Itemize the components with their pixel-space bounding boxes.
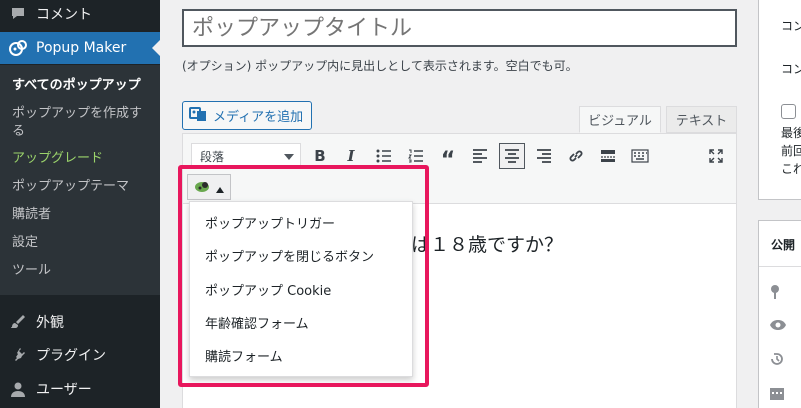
popup-maker-icon — [0, 39, 36, 57]
publish-title: 公開 — [771, 238, 796, 252]
highlight-annotation — [178, 165, 429, 387]
menu-comments[interactable]: コメント — [0, 0, 160, 30]
menu-popup-maker-label: Popup Maker — [36, 40, 127, 56]
add-media-label: メディアを追加 — [213, 110, 304, 125]
title-description: (オプション) ポップアップ内に見出しとして表示されます。空白でも可。 — [182, 59, 578, 73]
submenu-popup-themes[interactable]: ポップアップテーマ — [12, 178, 152, 196]
publish-row-revisions — [769, 351, 785, 370]
menu-appearance[interactable]: 外観 — [0, 306, 160, 338]
tab-text[interactable]: テキスト — [666, 106, 737, 133]
blockquote-icon[interactable]: “ — [435, 143, 461, 173]
toolbar-toggle-icon[interactable] — [627, 143, 653, 169]
publish-row-status — [769, 284, 781, 303]
menu-plugins-label: プラグイン — [36, 348, 106, 364]
eye-icon — [769, 319, 787, 334]
menu-users[interactable]: ユーザー — [0, 373, 160, 405]
editor-content-text: は１８歳ですか？ — [411, 234, 564, 256]
menu-users-label: ユーザー — [36, 382, 92, 398]
publish-separator — [759, 266, 801, 267]
settings-panel: コン コン 最後 前回 これ — [758, 0, 801, 200]
panel-line-1: コン — [781, 19, 801, 33]
align-left-icon[interactable] — [467, 143, 493, 169]
link-icon[interactable] — [563, 143, 589, 169]
user-icon — [0, 381, 36, 397]
paintbrush-icon — [0, 314, 36, 330]
add-media-button[interactable]: メディアを追加 — [182, 101, 313, 130]
pin-icon — [769, 284, 781, 303]
submenu-subscribers[interactable]: 購読者 — [12, 206, 152, 224]
publish-panel: 公開 — [758, 220, 801, 408]
submenu-create-popup[interactable]: ポップアップを作成する — [12, 105, 152, 141]
menu-popup-maker[interactable]: Popup Maker — [0, 32, 160, 64]
panel-check-text-2: 前回 — [781, 144, 801, 158]
history-icon — [769, 351, 785, 370]
menu-appearance-label: 外観 — [36, 315, 64, 331]
plugin-icon — [0, 347, 36, 363]
menu-comments-label: コメント — [36, 7, 92, 23]
menu-plugins[interactable]: プラグイン — [0, 339, 160, 371]
calendar-icon — [769, 385, 785, 404]
popup-maker-submenu: すべてのポップアップ ポップアップを作成する アップグレード ポップアップテーマ… — [0, 65, 160, 295]
popup-title-input[interactable] — [182, 9, 737, 47]
fullscreen-icon[interactable] — [703, 143, 729, 169]
panel-check-text-1: 最後 — [781, 126, 801, 140]
submenu-tools[interactable]: ツール — [12, 262, 152, 280]
publish-row-visibility — [769, 319, 787, 334]
submenu-all-popups[interactable]: すべてのポップアップ — [12, 77, 152, 95]
submenu-upgrade[interactable]: アップグレード — [12, 150, 152, 168]
tab-visual[interactable]: ビジュアル — [579, 106, 661, 133]
comment-icon — [0, 6, 36, 22]
align-right-icon[interactable] — [531, 143, 557, 169]
submenu-settings[interactable]: 設定 — [12, 234, 152, 252]
read-more-icon[interactable] — [595, 143, 621, 169]
panel-check-text-3: これ — [781, 162, 801, 176]
align-center-icon[interactable] — [499, 143, 525, 169]
admin-sidebar: コメント Popup Maker すべてのポップアップ ポップアップを作成する … — [0, 0, 160, 408]
publish-row-schedule — [769, 385, 785, 404]
panel-line-2: コン — [781, 62, 801, 76]
media-icon — [189, 105, 207, 127]
panel-checkbox[interactable] — [781, 104, 796, 119]
